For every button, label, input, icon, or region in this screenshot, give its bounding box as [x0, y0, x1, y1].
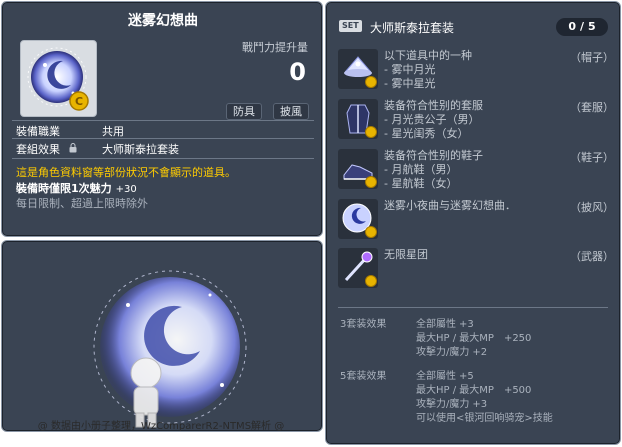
set-part-title: 迷雾小夜曲与迷雾幻想曲．	[384, 199, 516, 212]
set-part-option: - 星光闺秀（女）	[384, 127, 469, 140]
display-warning: 這是角色資料窗等部份狀況不會顯示的道具。	[16, 166, 236, 179]
divider	[338, 307, 608, 308]
set-part-title: 装备符合性别的鞋子	[384, 149, 483, 162]
set-part-title: 以下道具中的一种	[384, 49, 472, 62]
set-part-text: 以下道具中的一种 - 雾中月光 - 雾中星光	[384, 49, 472, 91]
item-tooltip-panel: 迷雾幻想曲 C 戰鬥力提升量 0 防具 披風 裝備職業 共用 套組效果 大师斯泰…	[1, 1, 323, 237]
set-bonus-line: 最大HP / 最大MP +250	[416, 333, 532, 344]
overall-icon	[338, 99, 378, 139]
set-count-current: 0	[568, 20, 576, 33]
set-badge: SET	[339, 20, 362, 32]
set-count-separator: /	[579, 20, 585, 33]
set-info-panel: SET 大师斯泰拉套装 0/5 以下道具中的一种 - 雾中月光 - 雾中星光 （…	[325, 1, 621, 445]
set-part-option: - 星航鞋（女）	[384, 177, 458, 190]
set-bonus-3-label: 3套装效果	[340, 319, 387, 330]
set-part-title: 装备符合性别的套服	[384, 99, 483, 112]
divider	[12, 158, 314, 159]
set-name: 大师斯泰拉套装	[370, 21, 455, 35]
shoes-icon	[338, 149, 378, 189]
divider	[12, 138, 314, 139]
set-effect-value[interactable]: 大师斯泰拉套装	[102, 141, 179, 157]
set-effect-label: 套組效果	[16, 143, 60, 156]
set-part-type: （武器）	[570, 250, 614, 263]
set-part-hat[interactable]: 以下道具中的一种 - 雾中月光 - 雾中星光 （帽子）	[338, 49, 614, 97]
limit-note: 每日限制、超過上限時除外	[16, 197, 148, 210]
set-part-overall[interactable]: 装备符合性别的套服 - 月光贵公子（男） - 星光闺秀（女） （套服）	[338, 99, 614, 147]
set-part-option: - 雾中月光	[384, 63, 436, 76]
avatar-preview-panel	[1, 240, 323, 432]
set-bonus-line: 攻擊力/魔力 +3	[416, 399, 488, 410]
charm-bonus: 裝備時僅限1次魅力 +30	[16, 180, 137, 196]
set-part-text: 无限星团	[384, 248, 428, 262]
set-bonus-line: 全部屬性 +5	[416, 371, 474, 382]
category-tag-cape: 披風	[273, 103, 309, 120]
set-bonus-line: 可以使用<银河回响骑宠>技能	[416, 413, 553, 424]
svg-text:C: C	[75, 95, 83, 108]
set-count-badge: 0/5	[556, 18, 608, 36]
charm-label: 裝備時僅限1次魅力	[16, 182, 112, 195]
set-part-text: 装备符合性别的套服 - 月光贵公子（男） - 星光闺秀（女）	[384, 99, 483, 141]
category-tag-armor: 防具	[226, 103, 262, 120]
set-part-title: 无限星团	[384, 248, 428, 261]
set-bonus-line: 全部屬性 +3	[416, 319, 474, 330]
power-increase-value: 0	[289, 58, 306, 86]
set-part-option: - 雾中星光	[384, 77, 436, 90]
set-bonus-5-label: 5套装效果	[340, 371, 387, 382]
set-part-type: （套服）	[570, 101, 614, 114]
set-part-text: 迷雾小夜曲与迷雾幻想曲．	[384, 199, 516, 213]
set-bonus-3-stats: 全部屬性 +3 最大HP / 最大MP +250 攻擊力/魔力 +2	[416, 318, 531, 360]
set-part-type: （披风）	[570, 201, 614, 214]
set-part-shoes[interactable]: 装备符合性别的鞋子 - 月航鞋（男） - 星航鞋（女） （鞋子）	[338, 149, 614, 197]
hat-icon	[338, 49, 378, 89]
cape-icon	[338, 199, 378, 239]
charm-value: +30	[115, 184, 137, 195]
power-increase-label: 戰鬥力提升量	[242, 41, 308, 54]
item-icon-frame: C	[20, 40, 97, 117]
set-part-type: （鞋子）	[570, 151, 614, 164]
set-part-option: - 月航鞋（男）	[384, 163, 458, 176]
set-part-text: 装备符合性别的鞋子 - 月航鞋（男） - 星航鞋（女）	[384, 149, 483, 191]
divider	[12, 120, 314, 121]
set-part-cape[interactable]: 迷雾小夜曲与迷雾幻想曲． （披风）	[338, 199, 614, 247]
set-part-weapon[interactable]: 无限星团 （武器）	[338, 248, 614, 296]
set-bonus-5-stats: 全部屬性 +5 最大HP / 最大MP +500 攻擊力/魔力 +3 可以使用<银河回…	[416, 370, 553, 426]
job-value: 共用	[102, 125, 124, 138]
set-part-option: - 月光贵公子（男）	[384, 113, 480, 126]
set-part-type: （帽子）	[570, 51, 614, 64]
data-source-footer: @ 数据由小册子整理，WzComparerR2-NTMS解析 @	[37, 421, 285, 432]
item-name: 迷雾幻想曲	[128, 13, 198, 29]
job-label: 裝備職業	[16, 125, 60, 138]
weapon-icon	[338, 248, 378, 288]
set-count-total: 5	[588, 20, 596, 33]
set-bonus-line: 最大HP / 最大MP +500	[416, 385, 532, 396]
lock-icon	[69, 143, 77, 153]
avatar-preview	[93, 270, 247, 428]
cape-orb-icon: C	[27, 47, 89, 111]
set-bonus-line: 攻擊力/魔力 +2	[416, 347, 488, 358]
